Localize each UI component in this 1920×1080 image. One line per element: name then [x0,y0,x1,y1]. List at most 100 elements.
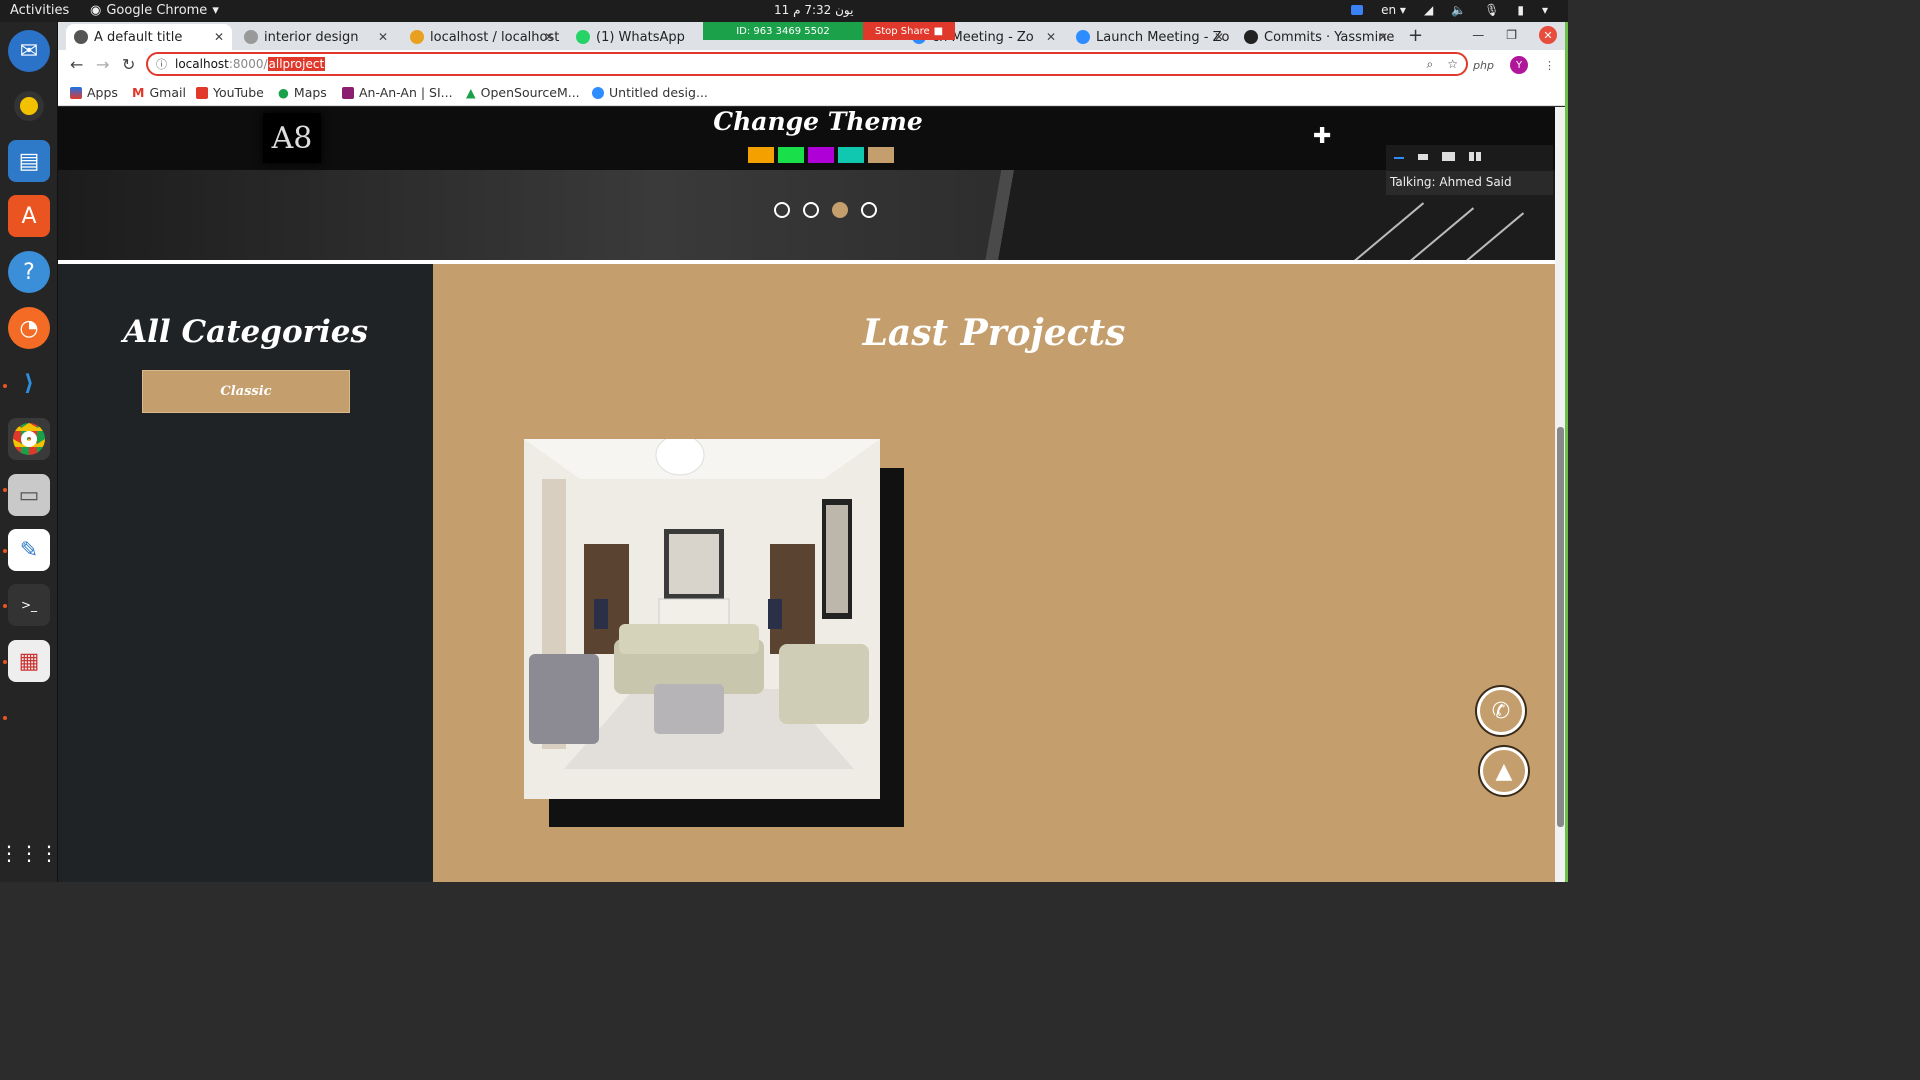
bookmarks-bar: Apps M Gmail YouTube ● Maps An-An-An | SI.… [58,80,1565,106]
document-viewer-icon[interactable]: ▦ [8,640,50,682]
forward-icon[interactable]: → [96,55,109,74]
terminal-icon[interactable]: >_ [8,584,50,626]
thumbnail-view-icon[interactable] [1442,152,1455,161]
bookmark-label: YouTube [213,85,264,100]
zoom-tray-icon[interactable] [1351,5,1364,15]
page-viewport: A8 Change Theme ✚ Talking: Ahmed Said Al… [58,107,1555,882]
running-indicator [3,549,7,553]
bookmark-star-icon[interactable]: ☆ [1447,57,1458,72]
bookmark-an-an-an[interactable]: An-An-An | SI... [342,85,453,100]
url-host: localhost [175,57,229,71]
slider-dot[interactable] [803,202,819,218]
power-menu-icon[interactable]: ▾ [1542,3,1548,17]
bookmark-gmail[interactable]: M Gmail [132,85,186,100]
category-classic-button[interactable]: Classic [142,370,350,413]
help-icon[interactable]: ? [8,251,50,293]
tab-strip: A default title ✕ interior design ✕ localh… [58,22,1565,50]
bookmark-youtube[interactable]: YouTube [196,85,264,100]
living-room-illustration [524,439,880,799]
microphone-icon[interactable]: 🎙 [1484,3,1499,17]
clock[interactable]: 11 يون 7:32 م [774,3,853,17]
bookmark-maps[interactable]: ● Maps [278,85,327,100]
theme-swatch[interactable] [868,147,894,163]
theme-swatch[interactable] [838,147,864,163]
thunderbird-icon[interactable]: ✉ [8,30,50,72]
phpmyadmin-icon [410,30,424,44]
slider-dot[interactable] [861,202,877,218]
window-close-icon[interactable]: ✕ [1539,26,1557,44]
firefox-icon[interactable]: ◔ [8,307,50,349]
scrollbar-thumb[interactable] [1557,427,1564,827]
close-tab-icon[interactable]: ✕ [1214,30,1224,44]
zoom-view-controls [1394,152,1482,161]
software-center-icon[interactable]: A [8,195,50,237]
minimize-view-icon[interactable] [1394,157,1404,159]
arrow-up-icon: ▲ [1495,758,1513,784]
bookmark-canva[interactable]: Untitled desig... [592,85,708,100]
chrome-dock-icon[interactable] [8,418,50,460]
gallery-view-icon[interactable] [1469,152,1482,161]
show-apps-icon[interactable]: ⋮⋮⋮ [0,832,59,874]
site-info-icon[interactable]: ⓘ [156,56,167,72]
plus-icon[interactable]: ✚ [1313,124,1331,149]
tab-launch-meeting[interactable]: Launch Meeting - Zo ✕ [1068,24,1232,50]
tab-localhost[interactable]: localhost / localhost ✕ [402,24,562,50]
speaker-view-icon[interactable] [1418,154,1428,160]
zoom-icon[interactable]: ⌕ [1427,57,1434,72]
close-tab-icon[interactable]: ✕ [1046,30,1056,44]
restore-icon[interactable]: ❐ [1506,28,1517,42]
app-menu[interactable]: ◉ Google Chrome ▾ [90,3,219,18]
whatsapp-icon [576,30,590,44]
close-tab-icon[interactable]: ✕ [544,30,554,44]
apps-grid-icon [70,86,82,99]
tab-interior-design[interactable]: interior design ✕ [236,24,396,50]
minimize-icon[interactable]: — [1472,28,1484,42]
theme-swatch[interactable] [808,147,834,163]
tab-whatsapp[interactable]: (1) WhatsApp [568,24,688,50]
php-extension-icon[interactable]: php [1473,59,1494,72]
theme-swatches [748,147,894,163]
slider-dot[interactable] [832,202,848,218]
new-tab-button[interactable]: + [1408,25,1423,46]
menu-kebab-icon[interactable]: ⋮ [1544,59,1555,72]
activities-button[interactable]: Activities [10,3,69,18]
slider-dot[interactable] [774,202,790,218]
tab-label: localhost / localhost [430,29,560,45]
running-indicator [3,604,7,608]
battery-icon[interactable]: ▮ [1517,3,1524,17]
text-editor-icon[interactable]: ✎ [8,529,50,571]
phone-call-button[interactable]: ✆ [1477,687,1525,735]
reload-icon[interactable]: ↻ [122,55,135,74]
writer-icon[interactable]: ▤ [8,140,50,182]
scroll-top-button[interactable]: ▲ [1480,747,1528,795]
close-tab-icon[interactable]: ✕ [214,30,224,44]
gmail-icon: M [132,85,145,100]
vscode-icon[interactable]: ⟩ [8,362,50,404]
stop-icon: ■ [933,25,944,37]
profile-avatar[interactable]: Y [1510,56,1528,74]
bookmark-label: Untitled desig... [609,85,708,100]
stop-share-label: Stop Share [874,25,930,37]
bookmark-label: Apps [87,85,118,100]
theme-swatch[interactable] [748,147,774,163]
site-logo[interactable]: A8 [263,113,321,163]
language-indicator[interactable]: en ▾ [1381,3,1406,17]
tab-default-title[interactable]: A default title ✕ [66,24,232,50]
volume-icon[interactable]: 🔈 [1451,3,1466,17]
address-bar[interactable]: ⓘ localhost:8000/allproject ⌕ ☆ [146,52,1468,76]
system-tray[interactable]: en ▾ ◢ 🔈 🎙 ▮ ▾ [1351,3,1548,17]
zoom-icon [1076,30,1090,44]
rhythmbox-icon[interactable] [8,85,50,127]
wifi-icon[interactable]: ◢ [1424,3,1433,17]
zoom-share-bar: ID: 963 3469 5502 Stop Share ■ [703,22,955,40]
theme-swatch[interactable] [778,147,804,163]
files-icon[interactable]: ▭ [8,474,50,516]
tab-commits[interactable]: Commits · Yassmine ✕ [1236,24,1396,50]
stop-share-button[interactable]: Stop Share ■ [863,22,955,40]
close-tab-icon[interactable]: ✕ [378,30,388,44]
project-image[interactable] [524,439,880,799]
bookmark-opensource[interactable]: ▲ OpenSourceM... [466,85,580,100]
close-tab-icon[interactable]: ✕ [1378,30,1388,44]
back-icon[interactable]: ← [70,55,83,74]
bookmark-apps[interactable]: Apps [70,85,118,100]
